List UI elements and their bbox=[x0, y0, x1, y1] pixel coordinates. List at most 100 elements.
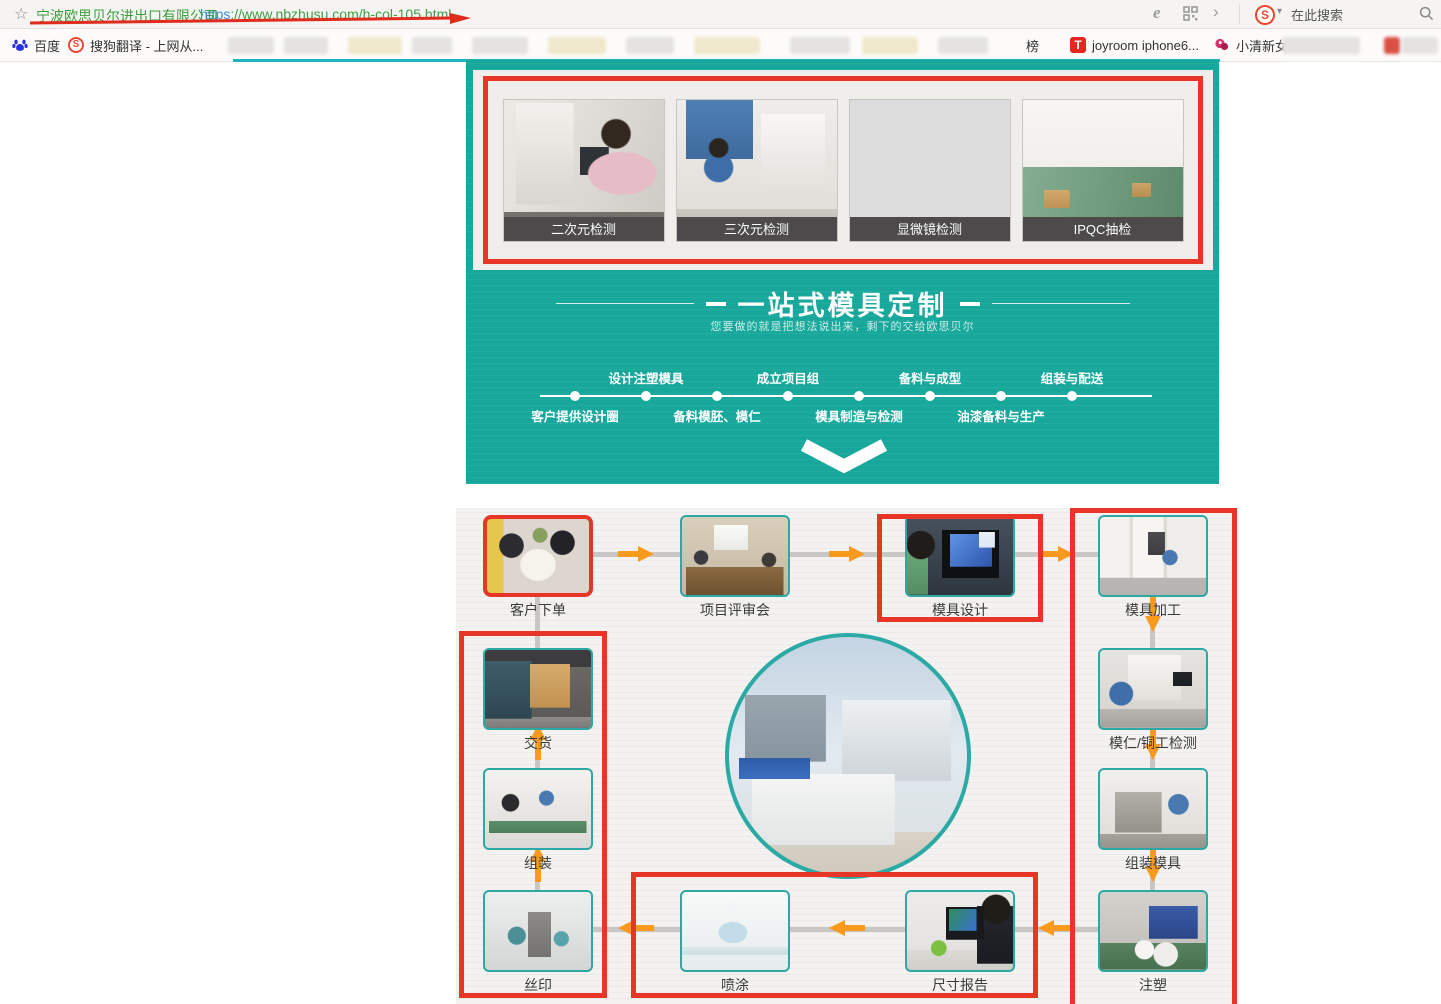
arrow-left-icon bbox=[829, 920, 865, 936]
blurred-bookmark[interactable] bbox=[348, 37, 402, 54]
bookmark-label: 小清新女 bbox=[1236, 36, 1288, 55]
joyroom-icon: T bbox=[1070, 37, 1086, 53]
photo-delivery bbox=[483, 648, 593, 730]
blurred-bookmark[interactable] bbox=[1282, 37, 1360, 54]
blurred-bookmark[interactable] bbox=[548, 37, 606, 54]
process-timeline: 客户提供设计圈 设计注塑模具 备料模胚、模仁 成立项目组 模具制造与检测 备料与… bbox=[540, 366, 1152, 426]
blurred-bookmark[interactable] bbox=[626, 37, 674, 54]
photo-core-copper-inspection bbox=[1098, 648, 1208, 730]
flow-step-label: 尺寸报告 bbox=[903, 975, 1017, 995]
photo-customer-order bbox=[483, 515, 593, 597]
timeline-step-label: 备料与成型 bbox=[865, 368, 995, 387]
annotation-box-inspection: 二次元检测 三次元检测 显微镜检测 IPQC抽检 bbox=[483, 76, 1203, 264]
title-dash bbox=[706, 302, 726, 306]
photo-ipqc-sampling: IPQC抽检 bbox=[1022, 99, 1184, 242]
photo-injection-molding bbox=[1098, 890, 1208, 972]
flow-step-label: 丝印 bbox=[481, 975, 595, 995]
blurred-bookmark[interactable] bbox=[228, 37, 274, 54]
search-input[interactable] bbox=[1289, 3, 1411, 27]
arrow-right-icon bbox=[829, 546, 865, 562]
flow-step-label: 模具设计 bbox=[903, 600, 1017, 620]
bookmark-label: 百度 bbox=[34, 36, 60, 55]
photo-assemble-mold bbox=[1098, 768, 1208, 850]
title-dash bbox=[960, 302, 980, 306]
flow-step-label: 模仁/铜工检测 bbox=[1076, 733, 1230, 753]
bookmark-partial[interactable]: 榜 bbox=[1026, 36, 1039, 54]
blurred-bookmark[interactable] bbox=[862, 37, 918, 54]
arrow-right-icon bbox=[1038, 546, 1074, 562]
blurred-bookmark[interactable] bbox=[938, 37, 988, 54]
timeline-dot bbox=[1067, 391, 1077, 401]
flow-step-label: 模具加工 bbox=[1096, 600, 1210, 620]
sogou-logo-icon[interactable]: S bbox=[1255, 5, 1275, 25]
bookmark-baidu[interactable]: 百度 bbox=[12, 36, 60, 54]
browser-search-box[interactable]: S ▾ bbox=[1247, 0, 1441, 28]
inspection-panel: 二次元检测 三次元检测 显微镜检测 IPQC抽检 bbox=[473, 70, 1213, 270]
photo-microscope-inspection: 显微镜检测 bbox=[849, 99, 1011, 242]
title-divider bbox=[556, 303, 694, 304]
photo-2d-inspection: 二次元检测 bbox=[503, 99, 665, 242]
timeline-step-label: 备料模胚、模仁 bbox=[652, 406, 782, 425]
blurred-bookmark[interactable] bbox=[472, 37, 528, 54]
photo-caption: 三次元检测 bbox=[677, 217, 837, 241]
flow-step-label: 组装 bbox=[481, 853, 595, 873]
photo-project-review bbox=[680, 515, 790, 597]
toolbar-right-icons: e › S ▾ bbox=[1121, 0, 1441, 28]
blurred-bookmark[interactable] bbox=[790, 37, 850, 54]
section-subtitle: 您要做的就是把想法说出来，剩下的交给欧思贝尔 bbox=[466, 318, 1219, 334]
flow-step-label: 项目评审会 bbox=[678, 600, 792, 620]
flow-step-label: 喷涂 bbox=[678, 975, 792, 995]
photo-dimension-report bbox=[905, 890, 1015, 972]
blurred-bookmark[interactable] bbox=[412, 37, 452, 54]
timeline-dot bbox=[641, 391, 651, 401]
bookmark-fresh-girl[interactable]: 小清新女 bbox=[1214, 36, 1288, 54]
timeline-dot bbox=[712, 391, 722, 401]
photo-3d-inspection: 三次元检测 bbox=[676, 99, 838, 242]
timeline-step-label: 油漆备料与生产 bbox=[936, 406, 1066, 425]
blurred-bookmark[interactable] bbox=[694, 37, 760, 54]
blurred-red-icon[interactable] bbox=[1384, 37, 1400, 54]
bookmark-label: 榜 bbox=[1026, 36, 1039, 55]
bookmark-star-icon[interactable]: ☆ bbox=[14, 4, 28, 24]
search-icon[interactable] bbox=[1419, 6, 1434, 21]
bookmarks-bar: 百度 S 搜狗翻译 - 上网从... 榜 T joyroom iphone6..… bbox=[0, 29, 1441, 62]
url-rest: ://www.nbzhusu.com/h-col-105.html bbox=[230, 6, 451, 22]
timeline-dot bbox=[854, 391, 864, 401]
ie-compat-icon[interactable]: e bbox=[1153, 3, 1161, 23]
bookmark-sogou-translate[interactable]: S 搜狗翻译 - 上网从... bbox=[68, 36, 203, 54]
arrow-right-icon bbox=[618, 546, 654, 562]
browser-address-bar: ☆ 宁波欧思贝尔进出口有限公司 https://www.nbzhusu.com/… bbox=[0, 0, 1441, 29]
timeline-step-label: 模具制造与检测 bbox=[794, 406, 924, 425]
chevron-down-icon bbox=[796, 438, 892, 476]
blurred-bookmark[interactable] bbox=[1402, 37, 1438, 54]
photo-caption: IPQC抽检 bbox=[1023, 217, 1183, 241]
flow-step-label: 组装模具 bbox=[1096, 853, 1210, 873]
page-url[interactable]: https://www.nbzhusu.com/h-col-105.html bbox=[200, 6, 451, 22]
photo-assembly bbox=[483, 768, 593, 850]
timeline-step-label: 组装与配送 bbox=[1007, 368, 1137, 387]
url-protocol: https bbox=[200, 6, 230, 22]
arrow-left-icon bbox=[618, 920, 654, 936]
photo-spray-painting bbox=[680, 890, 790, 972]
blurred-bookmark[interactable] bbox=[284, 37, 328, 54]
photo-caption: 显微镜检测 bbox=[850, 217, 1010, 241]
timeline-step-label: 成立项目组 bbox=[723, 368, 853, 387]
arrow-left-icon bbox=[1038, 920, 1074, 936]
timeline-step-label: 客户提供设计圈 bbox=[510, 406, 640, 425]
bookmark-joyroom[interactable]: T joyroom iphone6... bbox=[1070, 36, 1199, 54]
page-title: 宁波欧思贝尔进出口有限公司 bbox=[36, 6, 218, 26]
photo-silk-printing bbox=[483, 890, 593, 972]
title-divider bbox=[992, 303, 1130, 304]
qr-code-icon[interactable] bbox=[1183, 6, 1198, 21]
sogou-icon: S bbox=[68, 37, 84, 53]
flow-step-label: 注塑 bbox=[1096, 975, 1210, 995]
one-stop-mold-section: 二次元检测 三次元检测 显微镜检测 IPQC抽检 一站式模具定制 您要做的就是把… bbox=[466, 60, 1219, 484]
timeline-dot bbox=[783, 391, 793, 401]
photo-caption: 二次元检测 bbox=[504, 217, 664, 241]
baidu-icon bbox=[12, 37, 28, 53]
chevron-down-icon[interactable]: ▾ bbox=[1277, 6, 1282, 17]
timeline-dot bbox=[996, 391, 1006, 401]
factory-photo-circle bbox=[725, 633, 971, 879]
forward-icon[interactable]: › bbox=[1213, 2, 1219, 22]
timeline-dot bbox=[570, 391, 580, 401]
